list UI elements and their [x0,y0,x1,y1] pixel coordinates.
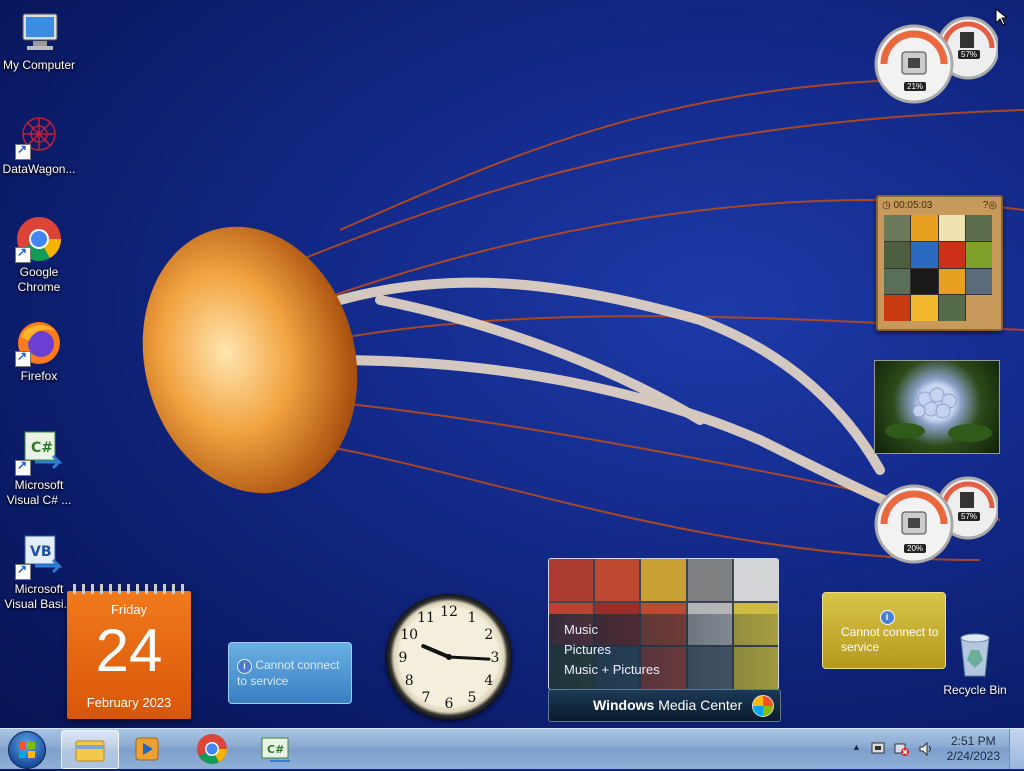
calendar-weekday: Friday [110,602,148,617]
taskbar-time: 2:51 PM [950,734,996,748]
computer-icon [15,8,63,56]
media-player-icon [135,737,159,761]
network-disconnected-icon[interactable] [894,741,910,757]
desktop-icon-datawagon[interactable]: DataWagon... [0,104,78,177]
shortcut-arrow-icon [15,458,31,476]
clock-numeral: 4 [484,673,493,689]
desktop-icon-label: Firefox [20,369,58,383]
desktop-icon-label: Microsoft Visual C# ... [6,478,72,507]
cpu-meter-gadget[interactable]: 21% 57% [874,8,1000,104]
info-icon: i [879,610,895,625]
svg-text:C#: C# [31,440,53,456]
windows-start-icon [19,742,35,758]
mouse-cursor-icon [995,8,1007,26]
media-center-launch-bar[interactable]: Windows Media Center [548,689,781,722]
clock-numeral: 10 [400,627,418,643]
taskbar-clock[interactable]: 2:51 PM 2/24/2023 [947,734,1000,764]
recycle-bin-label: Recycle Bin [943,683,1007,697]
feed-headlines-gadget[interactable]: i Cannot connect to service [228,642,352,704]
clock-numeral: 12 [440,604,458,620]
timer-icon: ◷ [882,200,891,211]
calendar-gadget[interactable]: Friday 24 February 2023 [67,584,191,719]
clock-numeral: 1 [468,610,477,626]
feed-message: Cannot connect to service [237,658,340,688]
clock-numeral: 3 [491,650,500,666]
volume-icon[interactable] [918,741,934,757]
svg-text:C#: C# [267,743,284,756]
visual-csharp-icon: C# [261,737,290,762]
firefox-icon [15,319,63,367]
clock-minute-hand [447,655,491,661]
clock-face: 1234567891011 12 [399,604,500,712]
start-button[interactable] [8,731,46,769]
taskbar-visual-csharp-button[interactable]: C# [248,730,304,767]
chrome-icon [197,734,227,764]
feed-status: i Cannot connect to service [237,658,351,689]
weather-status: i Cannot connect to service [841,609,945,655]
explorer-icon [75,740,105,762]
taskbar-chrome-button[interactable] [184,730,240,767]
clock-center [446,654,452,660]
media-item-pictures[interactable]: Pictures [564,642,611,657]
clock-numeral: 5 [468,690,477,706]
clock-numeral: 6 [445,696,454,712]
media-center-title: Windows Media Center [593,697,743,713]
shortcut-arrow-icon [15,245,31,263]
puzzle-timer: 00:05:03 [893,200,933,211]
desktop-icon-visual-csharp[interactable]: C# Microsoft Visual C# ... [0,420,78,508]
weather-gadget[interactable]: i Cannot connect to service [822,592,946,669]
shortcut-arrow-icon [15,562,31,580]
slideshow-gadget[interactable] [874,360,1000,454]
desktop-icon-google-chrome[interactable]: Google Chrome [0,207,78,295]
show-desktop-button[interactable] [1009,729,1024,769]
windows-logo-icon [752,695,774,717]
desktop-icon-firefox[interactable]: Firefox [0,311,78,384]
desktop-icon-recycle-bin[interactable]: Recycle Bin [940,630,1010,697]
show-hidden-icons-icon[interactable]: ▲ [852,742,861,752]
clock-numeral: 11 [417,610,435,626]
taskbar-date: 2/24/2023 [946,749,1000,763]
calendar-day: 24 [95,617,163,684]
taskbar: C# ▲ 2:51 PM 2/24/2023 [0,728,1024,769]
clock-numeral: 7 [422,690,431,706]
taskbar-explorer-button[interactable] [61,730,119,769]
puzzle-toolbar: ◷ 00:05:03 ?◎ [882,200,997,212]
puzzle-grid[interactable] [884,215,992,321]
memory-percent: 57% [958,512,981,521]
clock-hour-hand [421,644,451,659]
calendar-month-year: February 2023 [86,695,172,710]
flower-photo [885,387,992,442]
visual-csharp-icon: C# [15,428,63,476]
media-center-gadget[interactable]: Music Pictures Music + Pictures [548,558,779,690]
shortcut-arrow-icon [15,349,31,367]
taskbar-media-player-button[interactable] [120,730,176,767]
clock-numeral: 9 [399,650,408,666]
svg-text:VB: VB [30,544,52,560]
visual-basic-icon: VB [15,532,63,580]
recycle-bin-icon [960,633,990,677]
shortcut-arrow-icon [15,142,31,160]
clock-gadget[interactable]: 1 2 3 4 5 6 7 8 9 10 11 12 [386,594,512,720]
help-icon[interactable]: ?◎ [983,200,997,211]
weather-message: Cannot connect to service [841,625,939,654]
desktop-icon-label: My Computer [2,58,76,72]
system-tray: ▲ 2:51 PM 2/24/2023 [834,729,1024,769]
desktop-icon-my-computer[interactable]: My Computer [0,0,78,73]
action-center-icon[interactable] [870,741,886,757]
cpu-meter-gadget-2[interactable]: 20% 57% [874,474,1000,564]
memory-percent: 57% [958,50,981,59]
picture-puzzle-gadget[interactable]: ◷ 00:05:03 ?◎ [876,195,1003,331]
cpu-percent: 20% [904,544,927,553]
desktop-icon-label: DataWagon... [2,162,76,176]
media-item-music[interactable]: Music [564,622,598,637]
datawagon-icon [15,112,63,160]
cpu-percent: 21% [904,82,927,91]
media-item-music-pictures[interactable]: Music + Pictures [564,662,660,677]
clock-numeral: 2 [484,627,493,643]
chrome-icon [15,215,63,263]
clock-numeral: 8 [405,673,414,689]
info-icon: i [237,659,252,674]
desktop-icon-label: Google Chrome [17,265,61,294]
calendar-rings [73,584,185,594]
